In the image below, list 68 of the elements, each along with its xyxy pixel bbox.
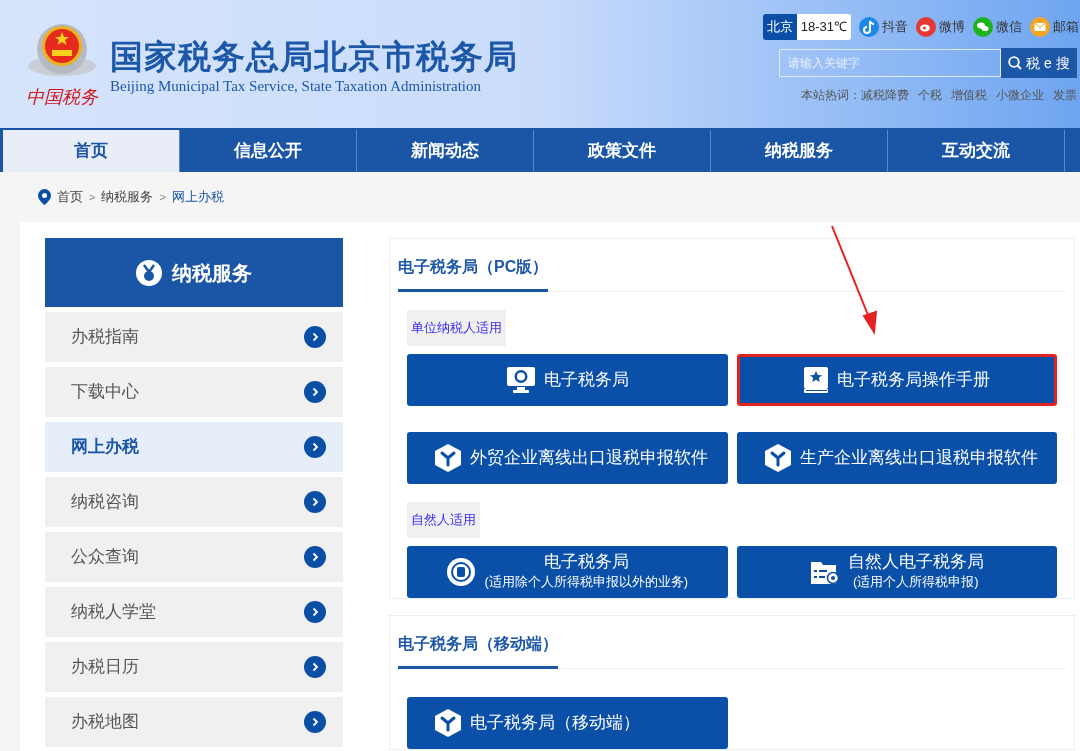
breadcrumb-link[interactable]: 首页 — [57, 187, 83, 207]
category-tag: 单位纳税人适用 — [407, 310, 506, 346]
service-button[interactable]: 电子税务局 — [407, 354, 728, 406]
chevron-right-icon — [304, 711, 326, 733]
location-pin-icon — [38, 189, 51, 205]
chevron-right-icon — [304, 546, 326, 568]
cube-icon — [763, 443, 792, 473]
chevron-right-icon — [304, 381, 326, 403]
social-link[interactable]: 微博 — [916, 17, 965, 37]
search-field[interactable]: 请输入关键字 — [779, 49, 1001, 77]
site-title: 国家税务总局北京市税务局 — [110, 40, 518, 73]
social-link[interactable]: 微信 — [973, 17, 1022, 37]
nav-tab[interactable]: 新闻动态 — [357, 130, 534, 172]
sidebar-item[interactable]: 公众查询 — [45, 532, 343, 582]
nav-tab[interactable]: 互动交流 — [888, 130, 1065, 172]
nav-tab[interactable]: 信息公开 — [180, 130, 357, 172]
search-icon — [1008, 56, 1023, 70]
service-button[interactable]: 外贸企业离线出口退税申报软件 — [407, 432, 728, 484]
service-button[interactable]: 自然人电子税务局 (适用个人所得税申报) — [736, 546, 1057, 598]
nav-tab[interactable]: 纳税服务 — [711, 130, 888, 172]
hot-word-link[interactable]: 增值税 — [951, 86, 987, 104]
social-link[interactable]: 邮箱 — [1030, 17, 1079, 37]
breadcrumb-link[interactable]: 纳税服务 — [101, 187, 154, 207]
panel-heading: 电子税务局（PC版） — [398, 239, 549, 292]
sidebar-item[interactable]: 办税地图 — [45, 697, 343, 747]
sidebar-item[interactable]: 下载中心 — [45, 367, 343, 417]
sidebar-item[interactable]: 网上办税 — [45, 422, 343, 472]
breadcrumb-separator: > — [159, 189, 166, 205]
service-button[interactable]: 生产企业离线出口退税申报软件 — [736, 432, 1057, 484]
logo-caption: 中国税务 — [26, 88, 98, 106]
chevron-right-icon — [304, 601, 326, 623]
book-star-icon — [803, 366, 830, 394]
chevron-right-icon — [304, 656, 326, 678]
chevron-right-icon — [304, 326, 326, 348]
folder-eye-icon — [809, 559, 840, 585]
sidebar-item[interactable]: 办税指南 — [45, 312, 343, 362]
medal-icon — [136, 259, 162, 286]
sidebar-item[interactable]: 纳税咨询 — [45, 477, 343, 527]
panel-heading: 电子税务局（移动端） — [398, 616, 558, 669]
button-note: (适用个人所得税申报) — [852, 573, 979, 591]
nav-tab[interactable]: 首页 — [3, 130, 180, 172]
button-label: 电子税务局 — [543, 552, 629, 572]
category-tag: 自然人适用 — [407, 502, 480, 538]
search-button[interactable]: 税 e 搜 — [1001, 48, 1077, 78]
chevron-right-icon — [304, 491, 326, 513]
hot-word-link[interactable]: 减税降费 — [861, 86, 909, 104]
city-label: 北京 — [762, 14, 797, 40]
sidebar-item[interactable]: 纳税人学堂 — [45, 587, 343, 637]
emblem-icon — [446, 557, 477, 587]
breadcrumb-link[interactable]: 网上办税 — [171, 187, 224, 207]
social-link[interactable]: 抖音 — [859, 17, 908, 37]
sidebar-title: 纳税服务 — [172, 260, 252, 286]
breadcrumb-separator: > — [89, 189, 96, 205]
monitor-icon — [505, 366, 536, 394]
service-button[interactable]: 电子税务局 (适用除个人所得税申报以外的业务) — [407, 546, 728, 598]
button-note: (适用除个人所得税申报以外的业务) — [484, 573, 689, 591]
button-label: 自然人电子税务局 — [847, 552, 984, 572]
hot-words-label: 本站热词： — [801, 87, 861, 104]
cube-icon — [434, 708, 462, 738]
service-button[interactable]: 电子税务局（移动端） — [407, 697, 728, 749]
site-subtitle: Beijing Municipal Tax Service, State Taxation Administration — [110, 79, 483, 94]
sidebar-item[interactable]: 办税日历 — [45, 642, 343, 692]
nav-tab[interactable]: 政策文件 — [534, 130, 711, 172]
cube-icon — [434, 443, 462, 473]
service-button[interactable]: 电子税务局操作手册 — [736, 354, 1057, 406]
chevron-right-icon — [304, 436, 326, 458]
hot-word-link[interactable]: 个税 — [918, 86, 942, 104]
temperature: 18-31℃ — [796, 14, 851, 40]
